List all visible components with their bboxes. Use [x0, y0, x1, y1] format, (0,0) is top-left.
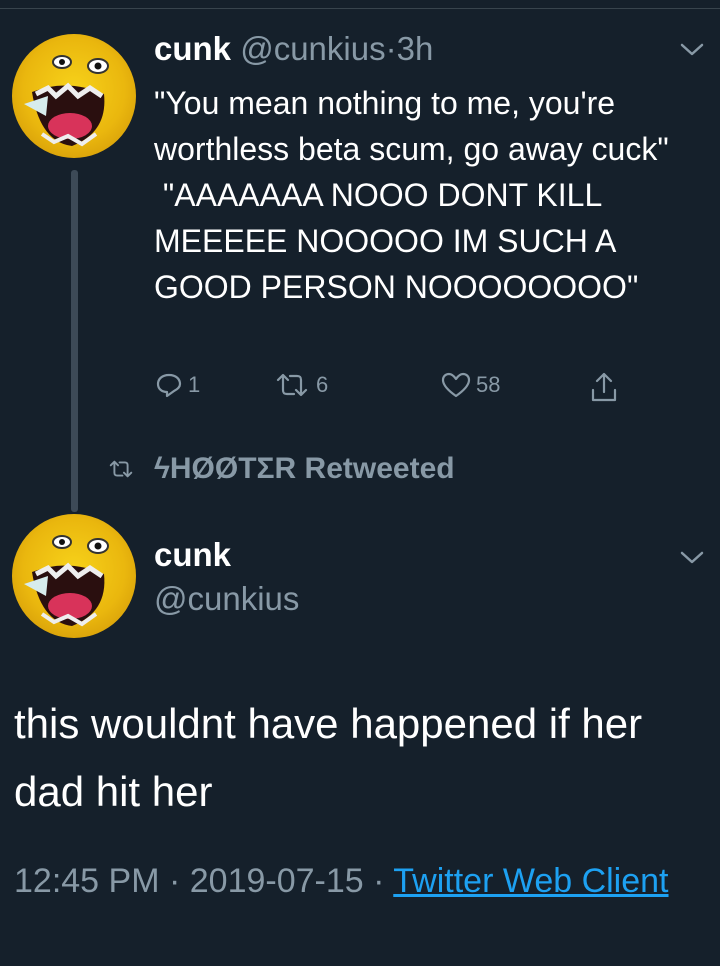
retweet-icon [276, 373, 308, 397]
share-button[interactable] [588, 370, 620, 404]
tweet-time[interactable]: 3h [397, 30, 434, 67]
reply-button[interactable]: 1 [154, 370, 200, 400]
share-icon [591, 372, 617, 402]
chevron-down-icon[interactable] [678, 40, 706, 60]
tweet-header: cunk @cunkius·3h [154, 30, 433, 68]
top-divider [0, 0, 720, 9]
retweet-count: 6 [316, 372, 329, 397]
avatar[interactable] [12, 514, 136, 638]
retweet-button[interactable]: 6 [272, 370, 328, 400]
like-count: 58 [476, 372, 501, 397]
chevron-down-icon[interactable] [678, 548, 706, 568]
tweet-text: "You mean nothing to me, you're worthles… [154, 85, 669, 305]
display-name[interactable]: cunk [154, 30, 231, 67]
tweet-text: this wouldnt have happened if her dad hi… [14, 700, 643, 815]
user-handle[interactable]: @cunkius [240, 30, 385, 67]
reply-count: 1 [188, 372, 201, 397]
tweet-timestamp: 12:45 PM · 2019-07-15 · [14, 862, 394, 900]
avatar[interactable] [12, 34, 136, 158]
tweet-source-link[interactable]: Twitter Web Client [393, 862, 668, 900]
retweeted-text: ϟHØØTΣR Retweeted [154, 452, 455, 485]
user-handle[interactable]: @cunkius [154, 580, 299, 618]
tweet-timestamp-line: 12:45 PM · 2019-07-15 · Twitter Web Clie… [14, 858, 704, 904]
heart-icon [441, 372, 471, 398]
reply-icon [156, 373, 182, 398]
retweeted-by-label[interactable]: ϟHØØTΣR Retweeted [106, 452, 455, 486]
thread-connector-line [71, 170, 78, 512]
tweet-actions: 1 6 58 [154, 370, 634, 410]
like-button[interactable]: 58 [440, 370, 500, 400]
display-name[interactable]: cunk [154, 536, 231, 574]
separator-dot: · [385, 30, 397, 67]
retweet-icon [109, 460, 133, 478]
